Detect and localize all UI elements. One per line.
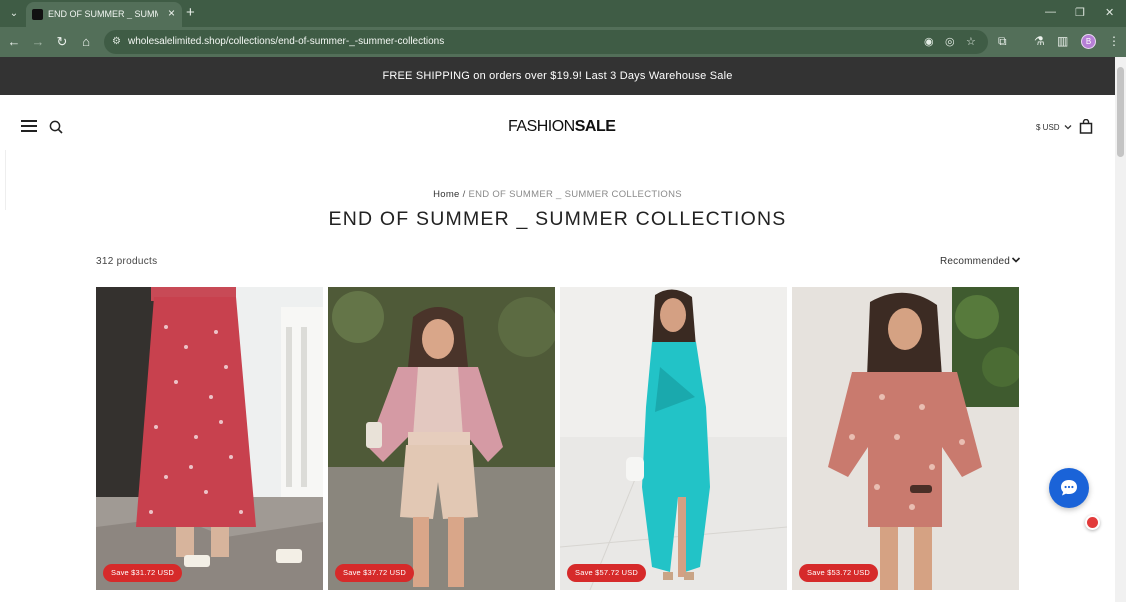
close-tab-icon[interactable]: ×: [168, 6, 175, 20]
product-image-paisley-romper[interactable]: [792, 287, 1019, 590]
product-card[interactable]: Save $37.72 USD: [328, 287, 555, 590]
breadcrumb-current: END OF SUMMER _ SUMMER COLLECTIONS: [468, 189, 682, 200]
tab-search-icon[interactable]: ⌄: [5, 5, 23, 23]
sale-badge: Save $53.72 USD: [799, 564, 879, 582]
extensions-icon[interactable]: ⧉: [998, 34, 1007, 49]
breadcrumb-home-link[interactable]: Home: [433, 189, 460, 200]
google-lens-icon[interactable]: ◉: [924, 35, 934, 48]
reload-icon[interactable]: ↻: [54, 34, 70, 50]
browser-tab[interactable]: END OF SUMMER _ SUMMER C ×: [26, 2, 182, 27]
chevron-down-icon[interactable]: [1011, 256, 1021, 264]
announcement-bar[interactable]: FREE SHIPPING on orders over $19.9! Last…: [0, 57, 1115, 95]
sale-badge: Save $31.72 USD: [103, 564, 183, 582]
product-count: 312 products: [96, 256, 158, 267]
sale-badge: Save $57.72 USD: [567, 564, 647, 582]
collection-title: END OF SUMMER _ SUMMER COLLECTIONS: [328, 208, 787, 230]
bookmark-star-icon[interactable]: ☆: [966, 35, 976, 48]
browser-tab-bar: ⌄ END OF SUMMER _ SUMMER C × + — ❐ ✕: [0, 0, 1126, 27]
currency-selector[interactable]: $ USD: [1036, 123, 1072, 132]
chat-bubble-icon: [1061, 480, 1077, 496]
labs-flask-icon[interactable]: ⚗: [1034, 34, 1045, 48]
close-window-icon[interactable]: ✕: [1105, 6, 1114, 19]
restore-icon[interactable]: ❐: [1075, 6, 1085, 19]
chevron-down-icon: [1064, 125, 1072, 130]
side-panel-icon[interactable]: ▥: [1057, 34, 1068, 48]
eye-off-icon[interactable]: ◎: [945, 35, 955, 48]
site-info-icon[interactable]: ⚙: [112, 36, 121, 47]
profile-avatar[interactable]: B: [1081, 34, 1096, 49]
page-scrollbar[interactable]: [1115, 57, 1126, 602]
breadcrumb: Home / END OF SUMMER _ SUMMER COLLECTION…: [0, 189, 1115, 200]
web-page: FREE SHIPPING on orders over $19.9! Last…: [0, 57, 1115, 602]
sale-badge: Save $37.72 USD: [335, 564, 415, 582]
new-tab-icon[interactable]: +: [186, 4, 195, 21]
logo-text-fashion: FASHION: [508, 118, 575, 135]
sort-label: Recommended: [940, 256, 1011, 267]
search-icon[interactable]: [49, 120, 63, 134]
page-edge-divider: [0, 150, 6, 210]
scrollbar-thumb[interactable]: [1117, 67, 1124, 157]
forward-icon[interactable]: →: [30, 34, 46, 49]
back-icon[interactable]: ←: [6, 34, 22, 49]
sort-dropdown[interactable]: Recommended: [940, 256, 1010, 267]
tab-title: END OF SUMMER _ SUMMER C: [48, 9, 158, 19]
product-image-floral-maxi-skirt[interactable]: [96, 287, 323, 590]
url-text[interactable]: wholesalelimited.shop/collections/end-of…: [128, 36, 444, 47]
site-header: FASHIONSALE $ USD: [0, 95, 1115, 160]
menu-icon[interactable]: [21, 120, 37, 132]
chat-button[interactable]: [1049, 468, 1089, 508]
minimize-icon[interactable]: —: [1045, 6, 1056, 18]
rewards-icon[interactable]: [1085, 515, 1100, 530]
logo-text-sale: SALE: [574, 118, 616, 135]
browser-toolbar: ← → ↻ ⌂ ⚙ wholesalelimited.shop/collecti…: [0, 27, 1126, 57]
address-bar[interactable]: ⚙ wholesalelimited.shop/collections/end-…: [104, 30, 988, 54]
home-icon[interactable]: ⌂: [78, 34, 94, 49]
more-menu-icon[interactable]: ⋮: [1108, 34, 1120, 48]
currency-label: $ USD: [1036, 123, 1060, 132]
product-image-turquoise-wrap-dress[interactable]: [560, 287, 787, 590]
site-logo[interactable]: FASHIONSALE: [508, 118, 616, 136]
product-card[interactable]: Save $57.72 USD: [560, 287, 787, 590]
tab-favicon: [32, 9, 43, 20]
cart-bag-icon[interactable]: [1079, 119, 1093, 134]
product-card[interactable]: Save $31.72 USD: [96, 287, 323, 590]
product-card[interactable]: Save $53.72 USD: [792, 287, 1019, 590]
product-image-boho-blouse-shorts[interactable]: [328, 287, 555, 590]
